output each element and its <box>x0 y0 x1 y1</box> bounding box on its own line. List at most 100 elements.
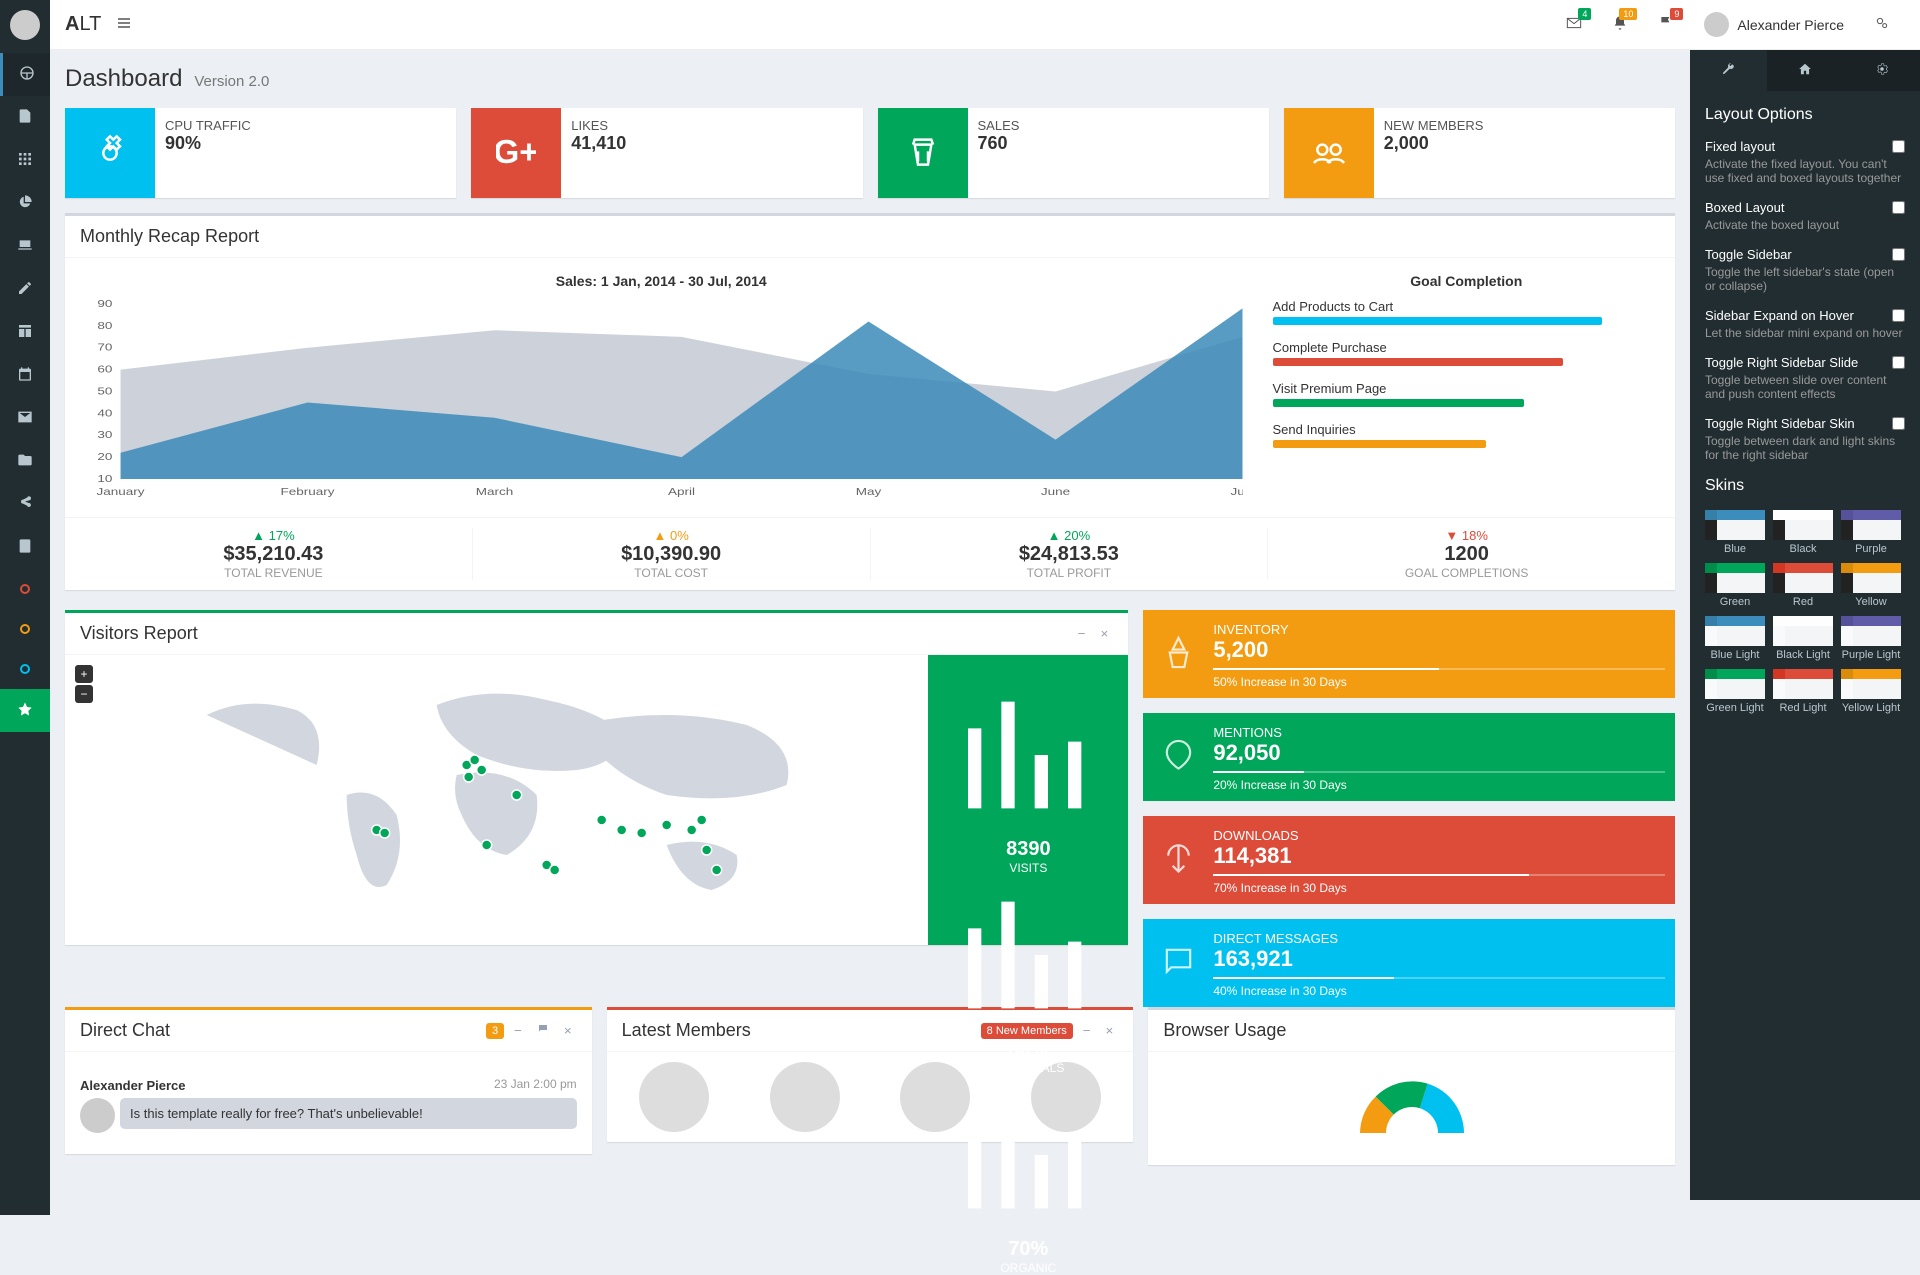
nav-starred[interactable] <box>0 689 50 732</box>
skin-option[interactable]: Black <box>1773 510 1833 555</box>
small-box-desc: 70% Increase in 30 Days <box>1213 881 1665 903</box>
skin-option[interactable]: Black Light <box>1773 616 1833 661</box>
layout-option-title: Fixed layout <box>1705 139 1775 154</box>
contacts-button[interactable] <box>532 1020 554 1041</box>
nav-folder[interactable] <box>0 440 50 483</box>
info-box-label: LIKES <box>571 118 852 133</box>
chat-badge: 3 <box>486 1023 504 1039</box>
comments-icon <box>537 1023 549 1035</box>
circle-yellow-icon <box>20 624 30 634</box>
skin-option[interactable]: Blue Light <box>1705 616 1765 661</box>
folder-icon <box>17 452 33 468</box>
nav-important[interactable] <box>0 569 50 609</box>
small-box-label: DOWNLOADS <box>1213 828 1665 843</box>
tab-wrench[interactable] <box>1690 50 1767 91</box>
notifications-menu[interactable]: 10 <box>1597 0 1643 49</box>
skin-label: Green <box>1705 596 1765 608</box>
page-subtitle: Version 2.0 <box>194 73 269 90</box>
layout-option-checkbox[interactable] <box>1892 309 1905 322</box>
skin-option[interactable]: Yellow <box>1841 563 1901 608</box>
nav-mailbox[interactable] <box>0 397 50 440</box>
sidebar-user[interactable] <box>0 0 50 53</box>
skin-option[interactable]: Green <box>1705 563 1765 608</box>
member-item[interactable] <box>747 1062 862 1132</box>
stat-change: ▲ 0% <box>473 528 870 543</box>
svg-text:50: 50 <box>97 385 112 397</box>
nav-share[interactable] <box>0 483 50 526</box>
skin-option[interactable]: Yellow Light <box>1841 669 1901 714</box>
layout-option-checkbox[interactable] <box>1892 140 1905 153</box>
small-box[interactable]: DIRECT MESSAGES 163,921 40% Increase in … <box>1143 919 1675 1007</box>
chart-title: Sales: 1 Jan, 2014 - 30 Jul, 2014 <box>80 273 1243 289</box>
small-box-icon <box>1143 635 1213 673</box>
stat-label: TOTAL REVENUE <box>75 566 472 580</box>
stat-block: ▼ 18% 1200 GOAL COMPLETIONS <box>1268 528 1665 580</box>
bars-icon <box>116 15 132 31</box>
close-button[interactable]: × <box>559 1020 577 1041</box>
small-box-icon <box>1143 841 1213 879</box>
skin-option[interactable]: Blue <box>1705 510 1765 555</box>
nav-widgets[interactable] <box>0 139 50 182</box>
svg-text:G+: G+ <box>496 134 536 171</box>
zoom-in-button[interactable]: + <box>75 665 93 683</box>
tasks-menu[interactable]: 9 <box>1643 0 1689 49</box>
skin-option[interactable]: Purple Light <box>1841 616 1901 661</box>
svg-text:70: 70 <box>97 341 112 353</box>
layout-option-desc: Activate the boxed layout <box>1705 218 1905 232</box>
nav-tables[interactable] <box>0 311 50 354</box>
member-item[interactable] <box>617 1062 732 1132</box>
skin-option[interactable]: Purple <box>1841 510 1901 555</box>
map-stat-label: REFERRALS <box>948 1061 1108 1075</box>
username: Alexander Pierce <box>1737 17 1844 33</box>
layout-option-checkbox[interactable] <box>1892 417 1905 430</box>
stat-number: $35,210.43 <box>75 543 472 566</box>
nav-ui[interactable] <box>0 225 50 268</box>
layout-option-checkbox[interactable] <box>1892 248 1905 261</box>
world-map[interactable]: + − <box>65 655 928 945</box>
box-title: Latest Members <box>622 1020 751 1041</box>
nav-calendar[interactable] <box>0 354 50 397</box>
nav-warning[interactable] <box>0 609 50 649</box>
messages-menu[interactable]: 4 <box>1551 0 1597 49</box>
layout-option-title: Toggle Right Sidebar Skin <box>1705 416 1855 431</box>
skin-option[interactable]: Red Light <box>1773 669 1833 714</box>
sidebar-toggle[interactable] <box>116 15 132 34</box>
nav-forms[interactable] <box>0 268 50 311</box>
nav-dashboard[interactable] <box>0 53 50 96</box>
nav-files[interactable] <box>0 96 50 139</box>
chat-message: Alexander Pierce 23 Jan 2:00 pm Is this … <box>80 1067 577 1139</box>
skin-label: Purple <box>1841 543 1901 555</box>
layout-option-checkbox[interactable] <box>1892 356 1905 369</box>
layout-option: Toggle Right Sidebar Skin Toggle between… <box>1705 416 1905 462</box>
small-box[interactable]: INVENTORY 5,200 50% Increase in 30 Days <box>1143 610 1675 698</box>
goal-progress <box>1273 440 1486 448</box>
nav-docs[interactable] <box>0 526 50 569</box>
svg-text:April: April <box>668 486 695 498</box>
nav-information[interactable] <box>0 649 50 689</box>
skin-label: Black Light <box>1773 649 1833 661</box>
user-menu[interactable]: Alexander Pierce <box>1689 12 1859 37</box>
skin-option[interactable]: Red <box>1773 563 1833 608</box>
small-box[interactable]: DOWNLOADS 114,381 70% Increase in 30 Day… <box>1143 816 1675 904</box>
nav-charts[interactable] <box>0 182 50 225</box>
bar-chart-icon <box>948 1075 1108 1235</box>
skin-option[interactable]: Green Light <box>1705 669 1765 714</box>
close-button[interactable]: × <box>1096 623 1114 644</box>
tab-settings[interactable] <box>1843 50 1920 91</box>
control-sidebar-toggle[interactable] <box>1859 0 1905 49</box>
collapse-button[interactable]: − <box>509 1020 527 1041</box>
tasks-badge: 9 <box>1670 8 1683 20</box>
zoom-out-button[interactable]: − <box>75 685 93 703</box>
bar-chart-icon <box>948 675 1108 835</box>
info-box-icon <box>65 108 155 198</box>
layout-option-checkbox[interactable] <box>1892 201 1905 214</box>
tab-home[interactable] <box>1767 50 1844 91</box>
collapse-button[interactable]: − <box>1073 623 1091 644</box>
th-icon <box>17 151 33 167</box>
stat-change: ▲ 17% <box>75 528 472 543</box>
brand-logo[interactable]: ALT <box>65 13 101 36</box>
small-box[interactable]: MENTIONS 92,050 20% Increase in 30 Days <box>1143 713 1675 801</box>
info-box-label: SALES <box>978 118 1259 133</box>
map-stat: 30% REFERRALS <box>948 875 1108 1075</box>
pie-chart-icon <box>17 194 33 210</box>
